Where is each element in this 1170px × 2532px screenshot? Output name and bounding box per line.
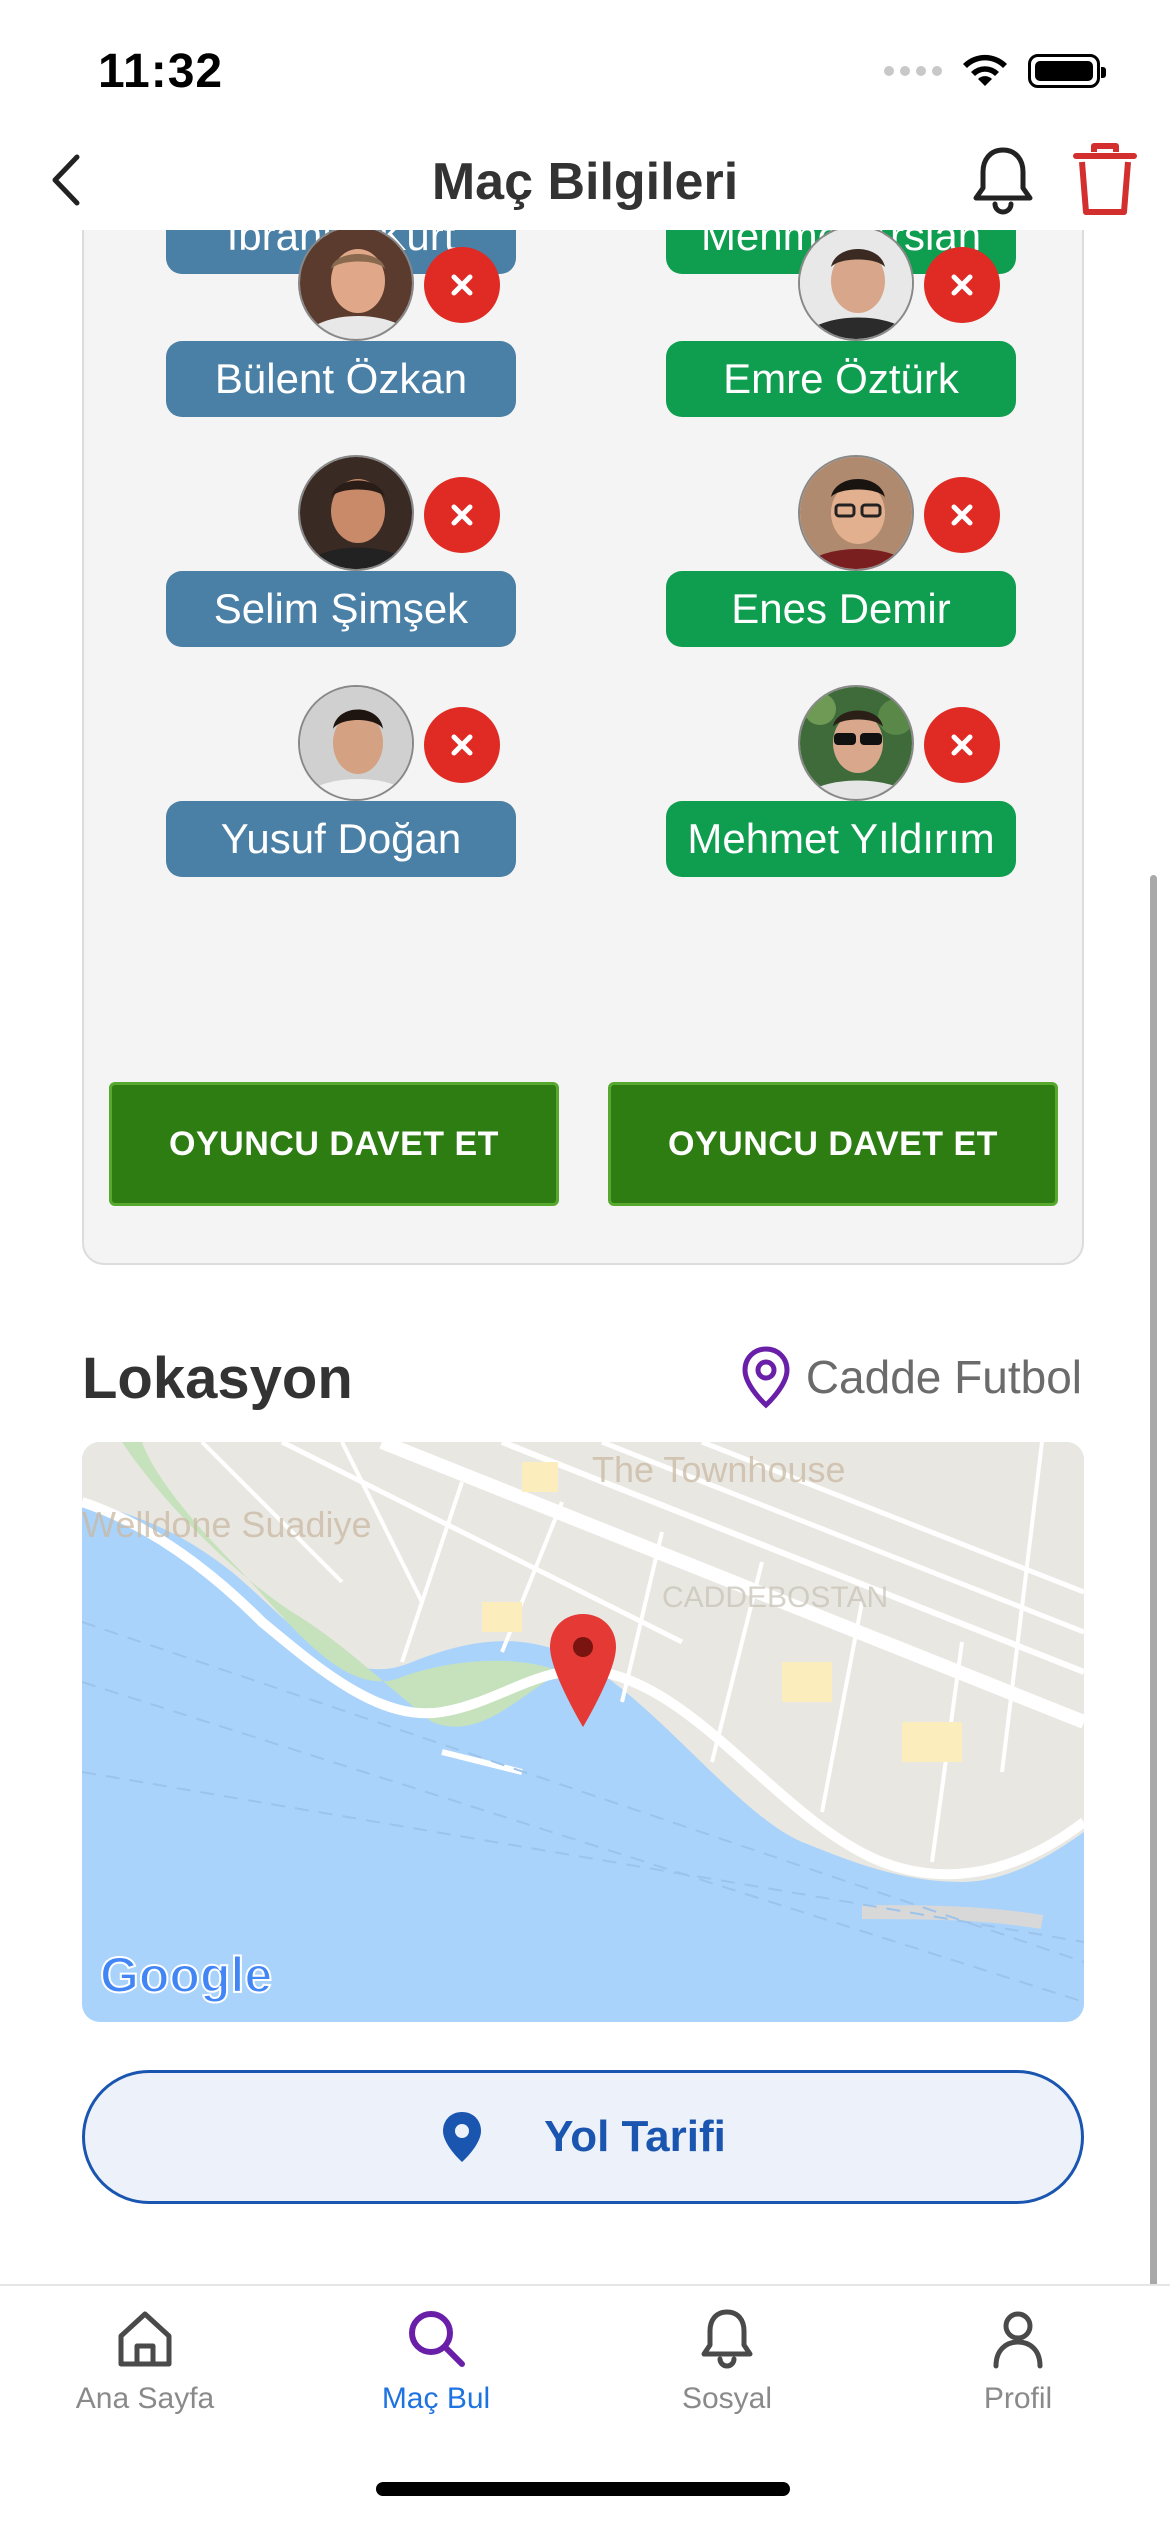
- map-label-poi-2: The Townhouse: [592, 1449, 846, 1490]
- home-indicator: [376, 2482, 790, 2496]
- tab-label: Maç Bul: [381, 2382, 491, 2415]
- remove-player-button[interactable]: [924, 707, 1000, 783]
- notifications-button[interactable]: [968, 142, 1038, 218]
- status-icons: [884, 52, 1106, 90]
- player-avatar: [298, 455, 414, 571]
- match-details-content[interactable]: İbrahim Kurt Bülent Özkan Selim Şimşek Y…: [0, 230, 1170, 2285]
- player-avatar: [798, 685, 914, 801]
- player-card: Yusuf Doğan: [166, 685, 516, 885]
- battery-icon: [1028, 54, 1106, 88]
- bell-icon: [973, 147, 1033, 215]
- close-icon: [951, 504, 973, 526]
- remove-player-button[interactable]: [424, 247, 500, 323]
- status-bar: 11:32: [0, 0, 1170, 130]
- person-icon: [993, 2311, 1043, 2369]
- tab-social[interactable]: Sosyal: [607, 2306, 847, 2456]
- trash-icon: [1073, 143, 1137, 215]
- player-avatar: [298, 685, 414, 801]
- player-avatar: [798, 455, 914, 571]
- player-card: Mehmet Yıldırım: [666, 685, 1016, 885]
- close-icon: [451, 504, 473, 526]
- remove-player-button[interactable]: [424, 477, 500, 553]
- invite-player-button-team-a[interactable]: OYUNCU DAVET ET: [109, 1082, 559, 1206]
- player-name[interactable]: Enes Demir: [666, 571, 1016, 647]
- close-icon: [451, 274, 473, 296]
- wifi-icon: [963, 54, 1007, 86]
- google-logo: Google: [100, 1947, 272, 2003]
- scrollbar[interactable]: [1150, 875, 1157, 2285]
- player-name[interactable]: Yusuf Doğan: [166, 801, 516, 877]
- location-map[interactable]: Welldone Suadiye The Townhouse CADDEBOST…: [82, 1442, 1084, 2022]
- bell-icon: [701, 2309, 753, 2369]
- close-icon: [951, 734, 973, 756]
- player-card: Bülent Özkan: [166, 230, 516, 425]
- player-card: Enes Demir: [666, 455, 1016, 655]
- remove-player-button[interactable]: [924, 477, 1000, 553]
- player-avatar: [798, 230, 914, 341]
- location-pin-icon: [742, 1346, 790, 1409]
- player-card: Selim Şimşek: [166, 455, 516, 655]
- location-pin-icon: [443, 2112, 482, 2162]
- invite-player-button-team-b[interactable]: OYUNCU DAVET ET: [608, 1082, 1058, 1206]
- remove-player-button[interactable]: [424, 707, 500, 783]
- tab-label: Profil: [983, 2382, 1053, 2415]
- directions-label: Yol Tarifi: [544, 2112, 726, 2161]
- player-name[interactable]: Mehmet Yıldırım: [666, 801, 1016, 877]
- location-section-title: Lokasyon: [82, 1346, 353, 1411]
- home-icon: [118, 2311, 172, 2367]
- cellular-signal-icon: [884, 66, 942, 76]
- player-name[interactable]: Bülent Özkan: [166, 341, 516, 417]
- tab-label: Sosyal: [681, 2382, 773, 2415]
- venue-name: Cadde Futbol: [805, 1351, 1082, 1403]
- tab-profile[interactable]: Profil: [898, 2306, 1138, 2456]
- map-label-district: CADDEBOSTAN: [662, 1581, 888, 1614]
- map-canvas: Welldone Suadiye The Townhouse CADDEBOST…: [82, 1442, 1084, 2022]
- directions-button[interactable]: Yol Tarifi: [82, 2070, 1084, 2204]
- tab-label: Ana Sayfa: [75, 2382, 215, 2415]
- player-name[interactable]: Selim Şimşek: [166, 571, 516, 647]
- search-icon: [409, 2311, 465, 2367]
- map-label-poi-1: Welldone Suadiye: [82, 1504, 372, 1545]
- venue-label[interactable]: Cadde Futbol: [740, 1345, 1082, 1409]
- player-name[interactable]: Emre Öztürk: [666, 341, 1016, 417]
- tab-home[interactable]: Ana Sayfa: [25, 2306, 265, 2456]
- tab-find-match[interactable]: Maç Bul: [316, 2306, 556, 2456]
- players-card: İbrahim Kurt Bülent Özkan Selim Şimşek Y…: [82, 230, 1084, 1265]
- remove-player-button[interactable]: [924, 247, 1000, 323]
- delete-match-button[interactable]: [1070, 140, 1140, 220]
- close-icon: [951, 274, 973, 296]
- nav-header: Maç Bilgileri: [0, 130, 1170, 230]
- player-avatar: [298, 230, 414, 341]
- status-time: 11:32: [98, 45, 224, 98]
- player-card: Emre Öztürk: [666, 230, 1016, 425]
- close-icon: [451, 734, 473, 756]
